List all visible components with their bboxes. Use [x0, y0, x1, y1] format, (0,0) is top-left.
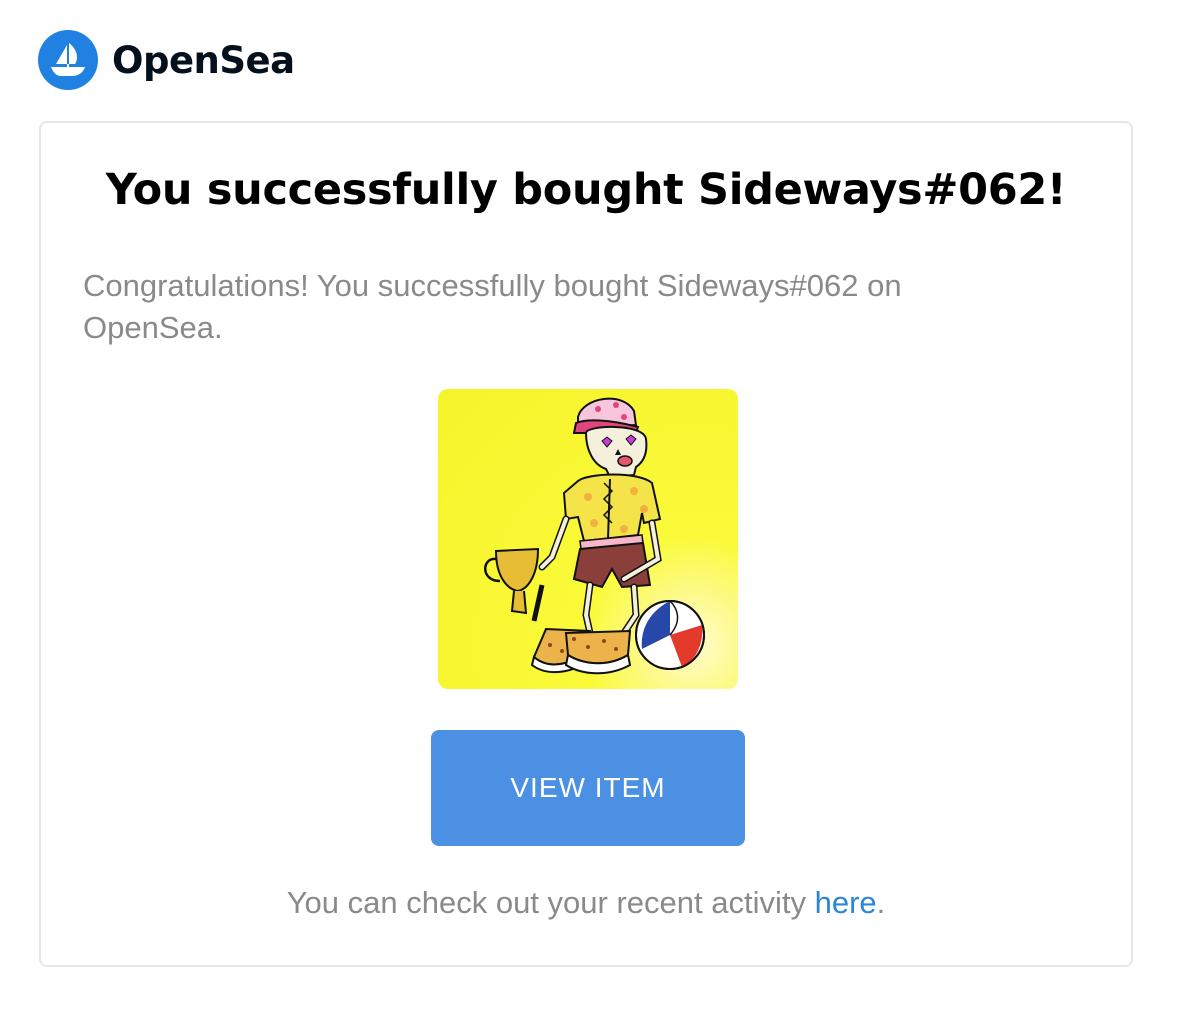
recent-activity-prefix: You can check out your recent activity	[286, 885, 815, 920]
email-page: OpenSea You successfully bought Sideways…	[0, 0, 1202, 1018]
purchase-confirmation-card: You successfully bought Sideways#062! Co…	[39, 121, 1133, 967]
view-item-button[interactable]: VIEW ITEM	[431, 730, 745, 846]
recent-activity-link[interactable]: here	[815, 885, 877, 920]
page-title: You successfully bought Sideways#062!	[105, 165, 1067, 215]
nft-illustration	[484, 397, 705, 675]
opensea-brand[interactable]: OpenSea	[38, 30, 295, 90]
recent-activity-suffix: .	[876, 885, 886, 920]
nft-image[interactable]	[438, 389, 738, 689]
brand-name: OpenSea	[112, 38, 295, 82]
sailboat-icon	[38, 30, 98, 90]
congratulations-message: Congratulations! You successfully bought…	[83, 268, 902, 345]
recent-activity-text: You can check out your recent activity h…	[41, 885, 1131, 921]
